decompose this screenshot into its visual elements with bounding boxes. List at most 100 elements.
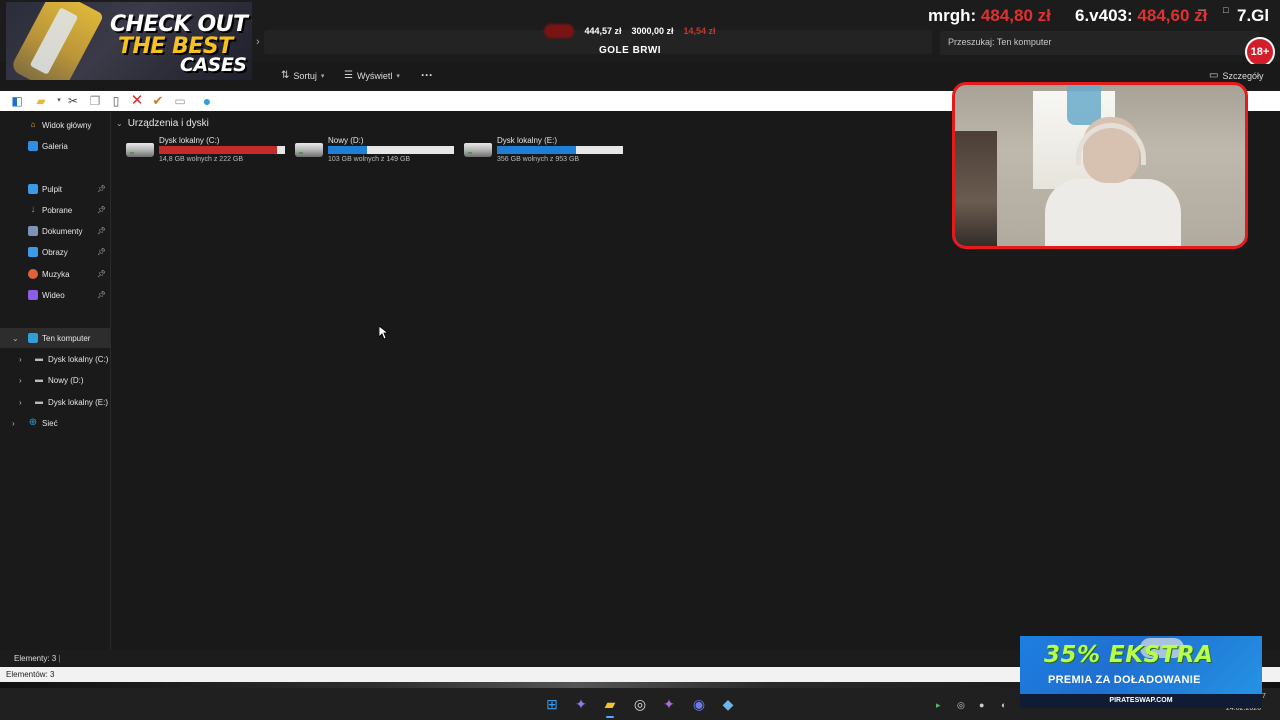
chevron-down-icon[interactable]: ⌄ <box>12 334 19 343</box>
stats-value-2: 3000,00 zł <box>631 26 674 36</box>
drive-usage-fill <box>328 146 367 154</box>
rename-icon[interactable]: ▭ <box>173 94 187 108</box>
nav-item-drive-d[interactable]: › ▬ Nowy (D:) <box>0 370 111 390</box>
score-label: 6.v403: <box>1075 6 1133 25</box>
nav-item-downloads[interactable]: ↓ Pobrane 📌︎ <box>0 200 111 220</box>
desktop-icon <box>28 184 38 194</box>
chevron-down-icon[interactable]: ▾ <box>52 94 66 108</box>
nav-item-label: Galeria <box>42 141 68 151</box>
score-value: 484,60 zł <box>1137 6 1208 25</box>
nav-item-drive-c[interactable]: › ▬ Dysk lokalny (C:) <box>0 349 111 369</box>
nav-item-label: Wideo <box>42 290 65 300</box>
sort-label: Sortuj <box>293 70 317 81</box>
paste-icon[interactable]: ▯ <box>109 94 123 108</box>
cut-icon[interactable]: ✂ <box>66 94 80 108</box>
video-icon <box>28 290 38 300</box>
drive-icon: ▬ <box>35 397 43 406</box>
drive-name: Nowy (D:) <box>328 136 364 145</box>
drive-tile[interactable]: Nowy (D:) 103 GB wolnych z 149 GB <box>295 136 460 166</box>
minimize-icon[interactable]: – <box>1198 4 1204 16</box>
ad-subline: PREMIA ZA DOŁADOWANIE <box>1048 674 1201 686</box>
drive-icon: ▬ <box>35 354 43 363</box>
chevron-right-icon[interactable]: › <box>12 419 15 428</box>
details-button[interactable]: ▭ Szczegóły <box>1209 70 1263 81</box>
computer-icon <box>28 333 38 343</box>
steam-icon[interactable]: ◆ <box>719 695 737 713</box>
nav-item-this-pc[interactable]: ⌄ Ten komputer <box>0 328 111 348</box>
tray-app-icon[interactable]: ◎ <box>957 700 965 711</box>
pin-icon[interactable]: 📌︎ <box>97 291 106 299</box>
nav-item-home[interactable]: ⌂ Widok główny <box>0 115 111 135</box>
section-header[interactable]: ⌄ Urządzenia i dyski <box>116 118 209 129</box>
pin-icon[interactable]: 📌︎ <box>97 270 106 278</box>
nav-item-drive-e[interactable]: › ▬ Dysk lokalny (E:) <box>0 392 111 412</box>
ad-site: PIRATESWAP.COM <box>1020 694 1262 708</box>
search-input[interactable]: Przeszukaj: Ten komputer <box>940 31 1260 55</box>
view-button[interactable]: ☰ Wyświetl ▾ <box>344 70 400 81</box>
nav-item-label: Pulpit <box>42 184 63 194</box>
app-star-icon[interactable]: ✦ <box>572 695 590 713</box>
pictures-icon <box>28 247 38 257</box>
chevron-down-icon[interactable]: ⌄ <box>116 119 123 128</box>
nav-item-video[interactable]: Wideo 📌︎ <box>0 285 111 305</box>
chevron-right-icon[interactable]: › <box>19 376 22 385</box>
time-text[interactable]: 7 <box>1262 693 1266 700</box>
chevron-right-icon[interactable]: › <box>19 355 22 364</box>
checkmark-icon[interactable]: ✔ <box>151 94 165 108</box>
more-options-button[interactable]: ··· <box>421 68 433 82</box>
nav-item-desktop[interactable]: Pulpit 📌︎ <box>0 179 111 199</box>
sort-button[interactable]: ⇅ Sortuj ▾ <box>281 70 324 81</box>
drive-icon <box>464 143 492 157</box>
delete-icon[interactable]: ✕ <box>130 93 144 108</box>
details-pane-icon: ▭ <box>1209 70 1219 81</box>
chevron-right-icon[interactable]: › <box>19 398 22 407</box>
score-entry: 6.v403: 484,60 zł <box>1075 6 1207 26</box>
navigation-pane: ⌂ Widok główny Galeria Pulpit 📌︎ ↓ Pobra… <box>0 112 111 650</box>
drive-tile[interactable]: Dysk lokalny (E:) 356 GB wolnych z 953 G… <box>464 136 629 166</box>
maximize-icon[interactable]: □ <box>1223 5 1228 15</box>
nav-item-network[interactable]: › ⊕ Sieć <box>0 413 111 433</box>
score-entry: mrgh: 484,80 zł <box>928 6 1051 26</box>
ad-headline: 35% EKSTRA <box>1044 642 1214 668</box>
stats-value-3: 14,54 zł <box>683 26 716 36</box>
nav-item-documents[interactable]: Dokumenty 📌︎ <box>0 221 111 241</box>
nav-item-gallery[interactable]: Galeria <box>0 136 111 156</box>
network-icon: ⊕ <box>28 417 38 428</box>
pin-icon[interactable]: 📌︎ <box>97 206 106 214</box>
app-star2-icon[interactable]: ✦ <box>660 695 678 713</box>
ad-banner[interactable]: 35% EKSTRA PREMIA ZA DOŁADOWANIE PIRATES… <box>1020 636 1262 708</box>
nav-item-music[interactable]: Muzyka 📌︎ <box>0 264 111 284</box>
start-icon[interactable]: ⊞ <box>543 695 561 713</box>
home-icon: ⌂ <box>30 120 36 129</box>
view-label: Wyświetl <box>356 70 393 81</box>
nav-item-label: Dokumenty <box>42 226 83 236</box>
pin-icon[interactable]: 📌︎ <box>97 185 106 193</box>
mouse-cursor-icon <box>379 326 389 340</box>
copy-icon[interactable]: ❐ <box>88 94 102 108</box>
drive-icon <box>126 143 154 157</box>
breadcrumb-chevron-icon[interactable]: › <box>256 36 260 48</box>
nvidia-tray-icon[interactable]: ▸ <box>936 700 941 711</box>
promo-line-3: CASES <box>180 54 247 76</box>
discord-tray-icon[interactable]: ● <box>979 700 984 710</box>
drive-usage-fill <box>159 146 277 154</box>
file-explorer-icon[interactable]: ▰ <box>601 695 619 718</box>
pane-toggle-icon[interactable]: ◧ <box>10 94 24 108</box>
drive-name: Dysk lokalny (C:) <box>159 136 220 145</box>
drive-free-text: 103 GB wolnych z 149 GB <box>328 156 411 163</box>
item-count: Elementy: 3 <box>14 654 57 663</box>
drive-tile[interactable]: Dysk lokalny (C:) 14,8 GB wolnych z 222 … <box>126 136 291 166</box>
chevron-down-icon: ▾ <box>396 72 400 80</box>
stats-value-1: 444,57 zł <box>584 26 622 36</box>
discord-icon[interactable]: ◉ <box>690 695 708 713</box>
chrome-icon[interactable]: ◎ <box>631 695 649 713</box>
globe-icon[interactable]: ● <box>200 94 214 108</box>
folder-check-icon[interactable]: ▰ <box>34 94 48 108</box>
steam-tray-icon[interactable]: ◐ <box>1001 700 1006 710</box>
section-title: Urządzenia i dyski <box>127 118 209 129</box>
pin-icon[interactable]: 📌︎ <box>97 248 106 256</box>
item-count-secondary: Elementów: 3 <box>6 670 55 679</box>
nav-item-pictures[interactable]: Obrazy 📌︎ <box>0 242 111 262</box>
pin-icon[interactable]: 📌︎ <box>97 227 106 235</box>
nav-item-label: Widok główny <box>42 120 92 130</box>
